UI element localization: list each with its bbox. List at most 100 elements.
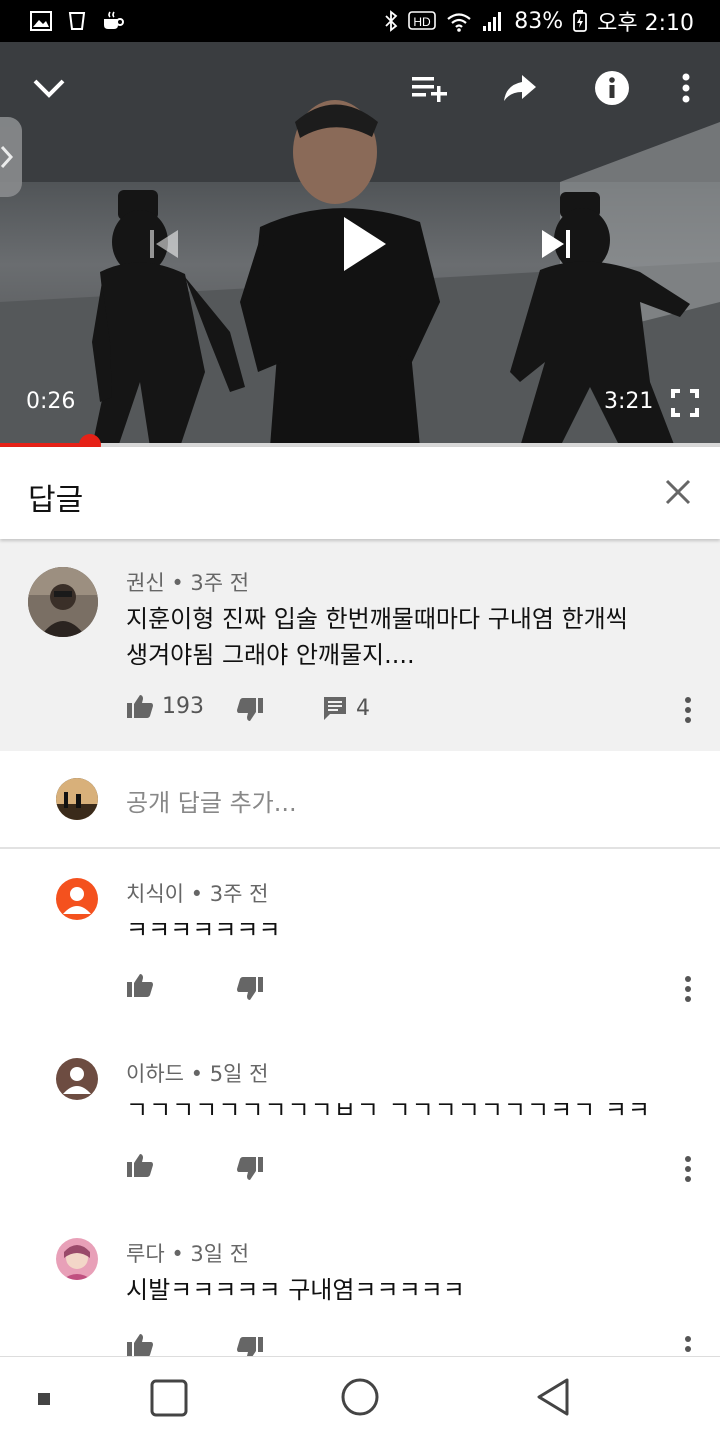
recents-icon [150,1379,188,1417]
skip-previous-icon [150,230,178,258]
close-replies-button[interactable] [660,474,696,510]
skip-next-icon [542,230,570,258]
signal-icon [483,12,502,31]
like-button[interactable] [126,1152,154,1178]
reply-author[interactable]: 루다 [126,1242,165,1266]
hd-icon: HD [408,11,437,30]
info-button[interactable] [592,68,632,108]
video-player[interactable]: 0:26 3:21 [0,42,720,447]
reply-item: 루다 • 3일 전 시발ㅋㅋㅋㅋㅋ 구내염ㅋㅋㅋㅋㅋ [0,1210,720,1356]
minimize-button[interactable] [30,72,68,104]
share-icon [504,75,536,101]
thumb-up-icon [127,1334,153,1356]
thumb-down-icon [237,1157,263,1180]
more-vert-icon [682,73,690,103]
side-panel-tab[interactable] [0,117,22,197]
user-photo [28,567,98,637]
reply-author[interactable]: 치식이 [126,882,184,906]
bluetooth-icon [385,10,398,32]
reply-item: 이하드 • 5일 전 ㄱㄱㄱㄱㄱㄱㄱㄱㄱㅂㄱ ㄱㄱㄱㄱㄱㄱㄱㅋㄱ ㅋㅋ [0,1030,720,1210]
fullscreen-button[interactable] [668,386,702,420]
main-comment: 권신 • 3주 전 지훈이형 진짜 입술 한번깨물때마다 구내염 한개씩 생겨야… [0,539,720,751]
add-reply-input[interactable]: 공개 답글 추가... [126,783,297,818]
comment-author[interactable]: 권신 [126,571,165,595]
reply-text: ㄱㄱㄱㄱㄱㄱㄱㄱㄱㅂㄱ ㄱㄱㄱㄱㄱㄱㄱㅋㄱ ㅋㅋ [126,1096,652,1124]
reply-meta: 치식이 • 3주 전 [126,882,269,906]
like-button[interactable] [126,1332,154,1356]
my-avatar [56,778,98,820]
info-icon [595,71,629,105]
user-photo [56,1238,98,1280]
reply-age: 3일 전 [190,1242,250,1266]
gallery-icon [30,11,52,31]
reply-count-button[interactable]: 4 [322,695,370,721]
next-button[interactable] [534,222,578,266]
wifi-icon [447,13,471,32]
duration: 3:21 [604,389,654,414]
dislike-button[interactable] [236,697,264,723]
system-nav-bar [0,1356,720,1440]
avatar[interactable] [56,878,98,920]
avatar[interactable] [28,567,98,637]
reply-more-button[interactable] [685,976,691,1002]
close-icon [665,479,691,505]
chevron-right-icon [0,145,14,169]
thumb-down-icon [237,977,263,1000]
reply-text: ㅋㅋㅋㅋㅋㅋㅋ [126,916,281,944]
back-icon [537,1378,569,1416]
back-button[interactable] [534,1377,572,1417]
comment-text: 지훈이형 진짜 입술 한번깨물때마다 구내염 한개씩 생겨야됨 그래야 안깨물지… [126,605,628,669]
reply-meta: 루다 • 3일 전 [126,1242,250,1266]
reply-count: 4 [356,695,370,721]
thumb-up-icon [127,695,153,718]
svg-text:HD: HD [414,15,432,29]
like-button[interactable] [126,972,154,998]
like-count: 193 [162,693,204,719]
reply-item: 치식이 • 3주 전 ㅋㅋㅋㅋㅋㅋㅋ [0,850,720,1030]
avatar[interactable] [56,1058,98,1100]
user-photo [56,778,98,820]
cafe-icon [104,11,124,29]
comment-meta: 권신 • 3주 전 [126,571,250,595]
play-icon [344,217,386,271]
add-reply-row[interactable]: 공개 답글 추가... [0,751,720,849]
thumb-down-icon [237,698,263,721]
current-time: 0:26 [26,389,76,414]
reply-age: 3주 전 [209,882,269,906]
comment-age: 3주 전 [190,571,250,595]
dislike-button[interactable] [236,1336,264,1356]
battery-percent: 83% [514,8,564,34]
thumb-up-icon [127,974,153,997]
previous-button[interactable] [142,222,186,266]
status-bar: HD 83% 오후 2:10 [0,0,720,42]
battery-icon [573,10,588,32]
reply-more-button[interactable] [685,1156,691,1182]
thumb-down-icon [237,1337,263,1356]
like-button[interactable]: 193 [126,693,204,719]
shield-icon [68,12,86,30]
replies-title: 답글 [28,483,84,518]
dislike-button[interactable] [236,1156,264,1182]
share-button[interactable] [500,70,540,106]
default-avatar-icon [56,878,98,920]
fullscreen-icon [671,389,699,417]
reply-meta: 이하드 • 5일 전 [126,1062,269,1086]
add-to-playlist-button[interactable] [408,70,450,106]
comment-more-button[interactable] [685,697,691,723]
home-icon [341,1378,379,1416]
home-button[interactable] [340,1377,380,1417]
dislike-button[interactable] [236,976,264,1002]
more-options-button[interactable] [676,70,696,106]
recents-button[interactable] [150,1379,188,1417]
reply-more-button[interactable] [685,1336,691,1356]
indicator-dot-icon [38,1393,50,1405]
clock: 오후 2:10 [597,11,694,36]
thumb-up-icon [127,1154,153,1177]
reply-text: 시발ㅋㅋㅋㅋㅋ 구내염ㅋㅋㅋㅋㅋ [126,1276,465,1304]
comment-icon [324,697,346,720]
reply-age: 5일 전 [209,1062,269,1086]
reply-author[interactable]: 이하드 [126,1062,184,1086]
avatar[interactable] [56,1238,98,1280]
play-button[interactable] [334,210,394,278]
default-avatar-icon [56,1058,98,1100]
